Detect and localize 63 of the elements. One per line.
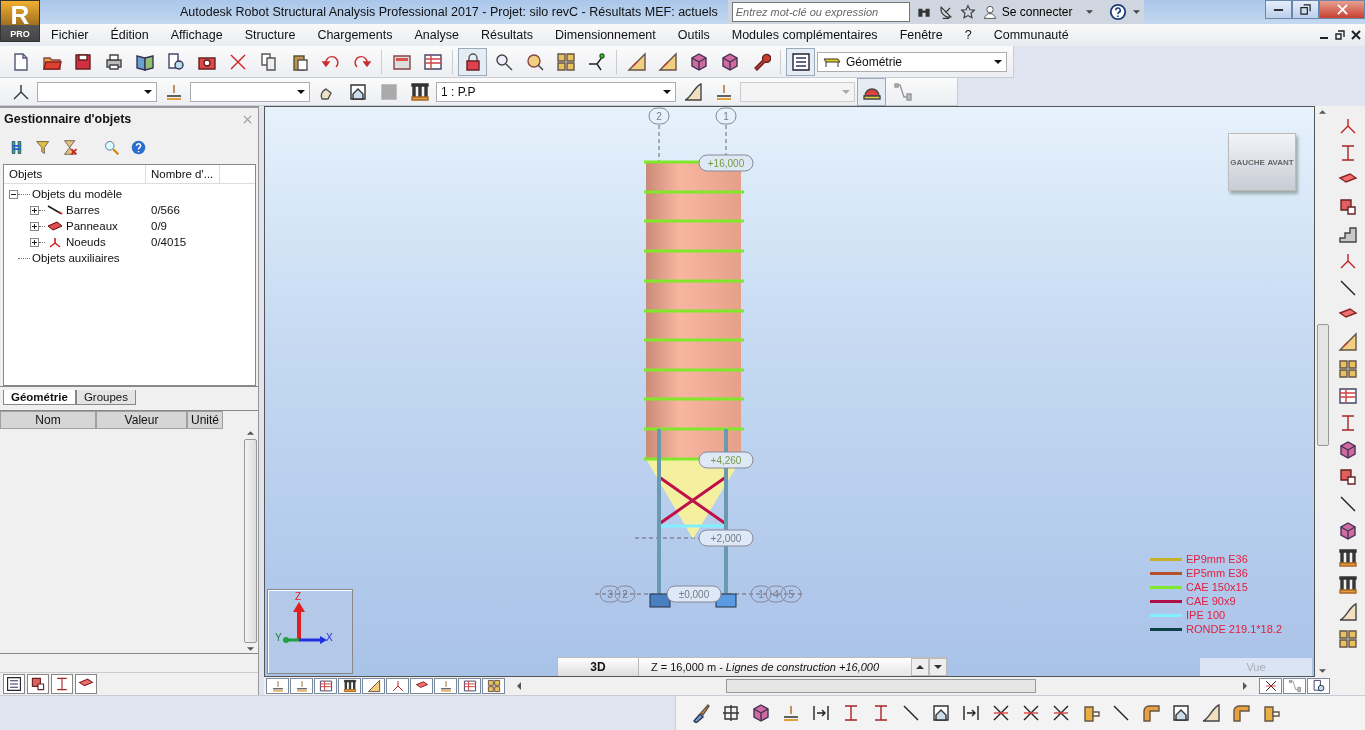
grid-label: 1	[715, 107, 737, 125]
menu-item[interactable]: Structure	[233, 28, 307, 42]
grid-label: 5	[780, 585, 802, 603]
view-info: Z = 16,000 m - Lignes de construction +16,000	[639, 658, 911, 676]
logo-letter: R	[10, 1, 30, 29]
legend-label: RONDE 219.1*18.2	[1186, 623, 1282, 635]
axis-label: Z	[295, 592, 302, 602]
panel-tab[interactable]: Groupes	[75, 390, 136, 405]
tree-item[interactable]: Objets du modèle	[32, 188, 123, 200]
menu-item[interactable]: Affichage	[159, 28, 234, 42]
grid-label: 1	[750, 585, 772, 603]
legend-label: EP5mm E36	[1186, 567, 1248, 579]
menu-item[interactable]: Fichier	[40, 28, 100, 42]
menu-item[interactable]: Édition	[99, 28, 160, 42]
axis-label: Y	[275, 633, 282, 643]
level-label: ±0,000	[666, 585, 722, 603]
level-label: +2,000	[698, 529, 754, 547]
window-title: Autodesk Robot Structural Analysis Professional 2017 - Projet: silo revC - Résultats MEF: actuels	[180, 5, 718, 19]
tree-item[interactable]: Noeuds	[66, 236, 146, 248]
menu-item[interactable]: Communauté	[982, 28, 1080, 42]
level-label: +16,000	[698, 154, 754, 172]
menu-item[interactable]: Dimensionnement	[544, 28, 667, 42]
view-dropdown[interactable]: Géométrie	[817, 51, 1007, 72]
menu-item[interactable]: Fenêtre	[888, 28, 954, 42]
grid-label: 2	[648, 107, 670, 125]
legend-label: CAE 150x15	[1186, 581, 1248, 593]
grid-label: 4	[765, 585, 787, 603]
column-header[interactable]: Nom	[0, 411, 96, 429]
sign-in-button[interactable]: Se connecter	[981, 4, 1081, 20]
object-count: 0/566	[151, 204, 180, 216]
column-header[interactable]: Objets	[4, 165, 146, 183]
panel-title: Gestionnaire d'objets	[4, 112, 132, 126]
grid-label: 2	[614, 585, 636, 603]
object-count: 0/9	[151, 220, 167, 232]
cube-face-label: AVANT	[1267, 157, 1294, 167]
tree-item[interactable]: Objets auxiliaires	[32, 252, 120, 264]
view-tab[interactable]: 3D	[558, 658, 639, 676]
axis-label: X	[326, 633, 333, 643]
tree-item[interactable]: Barres	[66, 204, 146, 216]
menu-item[interactable]: Outils	[666, 28, 721, 42]
logo-label: PRO	[10, 29, 30, 39]
legend-label: CAE 90x9	[1186, 595, 1236, 607]
cube-face-label: GAUCHE	[1230, 157, 1265, 167]
column-header[interactable]: Valeur	[96, 411, 187, 429]
tree-item[interactable]: Panneaux	[66, 220, 146, 232]
legend-label: IPE 100	[1186, 609, 1226, 621]
panel-tab[interactable]: Géométrie	[3, 390, 76, 405]
legend-label: EP9mm E36	[1186, 553, 1248, 565]
search-field[interactable]: Entrez mot-clé ou expression	[731, 2, 910, 22]
menu-item[interactable]: Modules complémentaires	[720, 28, 889, 42]
menu-item[interactable]: Chargements	[306, 28, 404, 42]
object-count: 0/4015	[151, 236, 187, 248]
menu-item[interactable]: Résultats	[469, 28, 544, 42]
column-header[interactable]: Nombre d'...	[146, 165, 220, 183]
level-label: +4,260	[698, 451, 754, 469]
column-header[interactable]: Unité	[187, 411, 223, 429]
app-logo[interactable]: R PRO	[0, 0, 40, 42]
view-cube[interactable]: GAUCHE AVANT	[1228, 133, 1296, 191]
grid-label: 3	[599, 585, 621, 603]
viewport[interactable]: 2 1 3 2 1 4 5 +16,000 +4,260 +2,000 ±0,000 GAUCHE AVANT Z Y X EP9mm E36 EP5mm E36 CAE 150x15 CAE 90x9 IPE 100 RONDE 219.1*18.2 3D Z = 16,000 m - Lignes de construction +16,000 Vue	[264, 106, 1315, 677]
menu-item[interactable]: Analyse	[403, 28, 470, 42]
load-case-dropdown[interactable]: 1 : P.P	[436, 81, 676, 102]
menu-item[interactable]: ?	[953, 28, 983, 42]
